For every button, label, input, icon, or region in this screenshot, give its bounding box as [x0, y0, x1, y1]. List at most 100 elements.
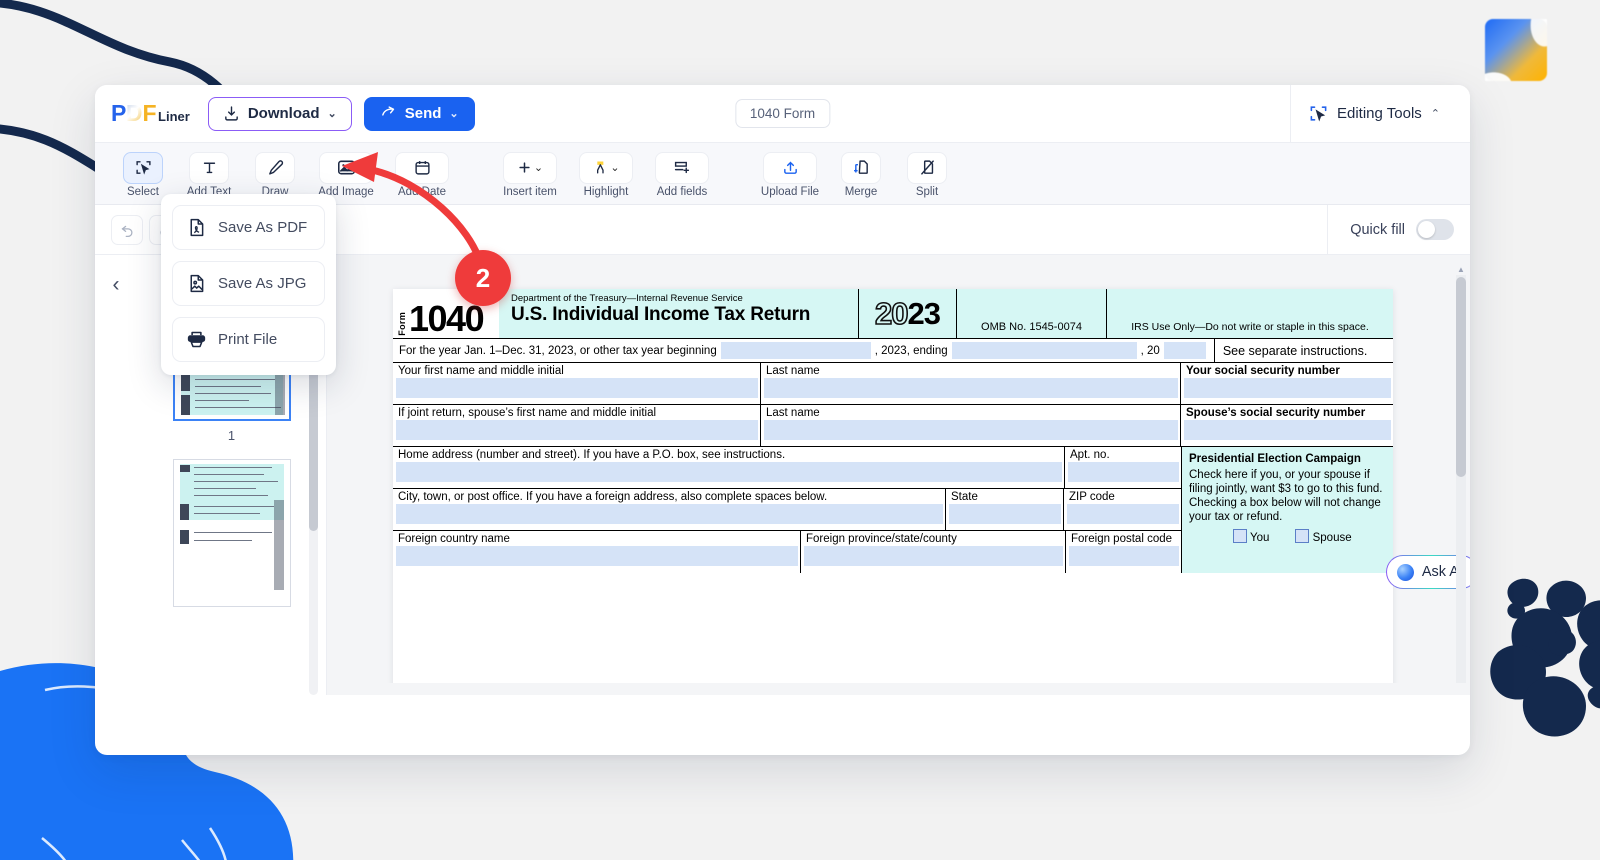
tool-merge-label: Merge — [845, 186, 878, 198]
tool-add-date[interactable]: Add Date — [385, 150, 459, 198]
tool-select[interactable]: Select — [111, 150, 175, 198]
viewer-scroll-thumb[interactable] — [1456, 277, 1466, 477]
state-cell: State — [946, 489, 1064, 530]
tool-upload-file-box — [763, 152, 817, 184]
presidential-election-campaign-cell: Presidential Election Campaign Check her… — [1181, 447, 1393, 573]
scroll-up-arrow-icon: ▲ — [1456, 265, 1466, 274]
tool-add-image[interactable]: Add Image — [309, 150, 383, 198]
form-irs-use-cell: IRS Use Only—Do not write or staple in t… — [1107, 289, 1393, 338]
menu-item-print-file[interactable]: Print File — [172, 317, 325, 362]
menu-item-print-file-label: Print File — [218, 331, 277, 348]
tool-add-date-label: Add Date — [398, 186, 446, 198]
tool-split[interactable]: Split — [895, 150, 959, 198]
form-number-label: 1040 — [409, 302, 483, 336]
tool-add-text[interactable]: Add Text — [177, 150, 241, 198]
sidebar-collapse-rail: ‹ — [95, 255, 137, 695]
thumb-2-render — [174, 460, 290, 606]
undo-button[interactable] — [111, 215, 143, 245]
home-address-cell: Home address (number and street). If you… — [393, 447, 1065, 488]
tool-add-fields[interactable]: Add fields — [645, 150, 719, 198]
your-first-name-label: Your first name and middle initial — [393, 363, 760, 378]
city-input[interactable] — [396, 504, 943, 524]
apt-no-cell: Apt. no. — [1065, 447, 1181, 488]
tax-year-20-input[interactable] — [1164, 342, 1206, 359]
zip-label: ZIP code — [1064, 489, 1181, 504]
form-word-label: Form — [397, 312, 407, 336]
chevron-up-icon: ⌃ — [1431, 107, 1440, 120]
foreign-province-cell: Foreign province/state/county — [801, 531, 1066, 573]
your-first-name-input[interactable] — [396, 378, 758, 398]
tool-insert-item[interactable]: ⌄ Insert item — [493, 150, 567, 198]
sidebar-collapse-button[interactable]: ‹ — [113, 273, 120, 297]
form-your-name-row: Your first name and middle initial Last … — [393, 363, 1393, 405]
pec-spouse-checkbox[interactable] — [1295, 529, 1309, 543]
pec-you-option[interactable]: You — [1233, 529, 1269, 544]
document-viewer: Form 1040 Department of the Treasury—Int… — [327, 255, 1470, 695]
tool-add-fields-label: Add fields — [657, 186, 708, 198]
tool-upload-file[interactable]: Upload File — [753, 150, 827, 198]
image-icon — [337, 159, 356, 176]
editing-tools-toggle[interactable]: Editing Tools ⌃ — [1290, 85, 1454, 143]
viewer-vertical-scrollbar[interactable]: ▲ — [1456, 265, 1466, 695]
city-cell: City, town, or post office. If you have … — [393, 489, 946, 530]
adobe-acrobat-logo-icon — [1485, 19, 1547, 81]
form-year-hollow: 20 — [875, 296, 907, 332]
tool-upload-file-label: Upload File — [761, 186, 819, 198]
your-last-name-cell: Last name — [761, 363, 1181, 404]
spouse-ssn-cell: Spouse’s social security number — [1181, 405, 1393, 446]
foreign-province-input[interactable] — [804, 546, 1063, 566]
zip-input[interactable] — [1067, 504, 1179, 524]
pec-you-checkbox[interactable] — [1233, 529, 1247, 543]
file-name-pill[interactable]: 1040 Form — [735, 99, 830, 128]
your-ssn-input[interactable] — [1184, 378, 1391, 398]
tax-year-ending-input[interactable] — [952, 342, 1137, 359]
form-dept-label: Department of the Treasury—Internal Reve… — [511, 293, 858, 304]
pec-body-label: Check here if you, or your spouse if fil… — [1189, 468, 1387, 524]
spouse-first-name-input[interactable] — [396, 420, 758, 440]
tool-highlight[interactable]: ⌄ Highlight — [569, 150, 643, 198]
your-last-name-label: Last name — [761, 363, 1180, 378]
form-1040-page[interactable]: Form 1040 Department of the Treasury—Int… — [393, 289, 1393, 695]
state-input[interactable] — [949, 504, 1061, 524]
pec-spouse-option[interactable]: Spouse — [1295, 529, 1351, 544]
page-thumbnail-2[interactable] — [173, 459, 291, 607]
foreign-province-label: Foreign province/state/county — [801, 531, 1065, 546]
spouse-ssn-input[interactable] — [1184, 420, 1391, 440]
quick-fill-toggle[interactable] — [1416, 219, 1454, 240]
download-button[interactable]: Download ⌄ — [208, 97, 352, 131]
pec-checkbox-row: You Spouse — [1189, 529, 1387, 544]
pen-icon — [267, 159, 284, 176]
spouse-first-name-label: If joint return, spouse’s first name and… — [393, 405, 760, 420]
see-instructions-label: See separate instructions. — [1215, 344, 1368, 358]
menu-item-save-as-jpg[interactable]: Save As JPG — [172, 261, 325, 306]
tool-draw-box — [255, 152, 295, 184]
tool-split-box — [907, 152, 947, 184]
chevron-down-icon: ⌄ — [449, 107, 458, 120]
tool-insert-item-box: ⌄ — [503, 152, 557, 184]
foreign-postal-input[interactable] — [1069, 546, 1179, 566]
text-icon — [201, 159, 218, 176]
tax-year-end-label: , 20 — [1141, 345, 1160, 357]
form-address-block: Home address (number and street). If you… — [393, 447, 1181, 573]
home-address-input[interactable] — [396, 462, 1062, 482]
pec-title-label: Presidential Election Campaign — [1189, 453, 1361, 465]
apt-no-label: Apt. no. — [1065, 447, 1181, 462]
menu-item-save-as-pdf[interactable]: Save As PDF — [172, 205, 325, 250]
your-last-name-input[interactable] — [764, 378, 1178, 398]
pec-you-label: You — [1250, 532, 1269, 544]
form-spouse-name-row: If joint return, spouse’s first name and… — [393, 405, 1393, 447]
pdfliner-logo[interactable]: PDFLiner — [111, 100, 190, 127]
apt-no-input[interactable] — [1068, 462, 1179, 482]
tool-merge[interactable]: Merge — [829, 150, 893, 198]
form-year-cell: 2023 — [859, 289, 957, 338]
viewer-horizontal-scrollbar[interactable] — [327, 683, 1470, 695]
send-button[interactable]: Send ⌄ — [364, 97, 475, 131]
download-icon — [223, 105, 240, 122]
home-address-label: Home address (number and street). If you… — [393, 447, 1064, 462]
menu-item-save-as-jpg-label: Save As JPG — [218, 275, 306, 292]
tool-draw[interactable]: Draw — [243, 150, 307, 198]
foreign-country-input[interactable] — [396, 546, 798, 566]
tool-highlight-box: ⌄ — [579, 152, 633, 184]
spouse-last-name-input[interactable] — [764, 420, 1178, 440]
tax-year-begin-input[interactable] — [721, 342, 871, 359]
